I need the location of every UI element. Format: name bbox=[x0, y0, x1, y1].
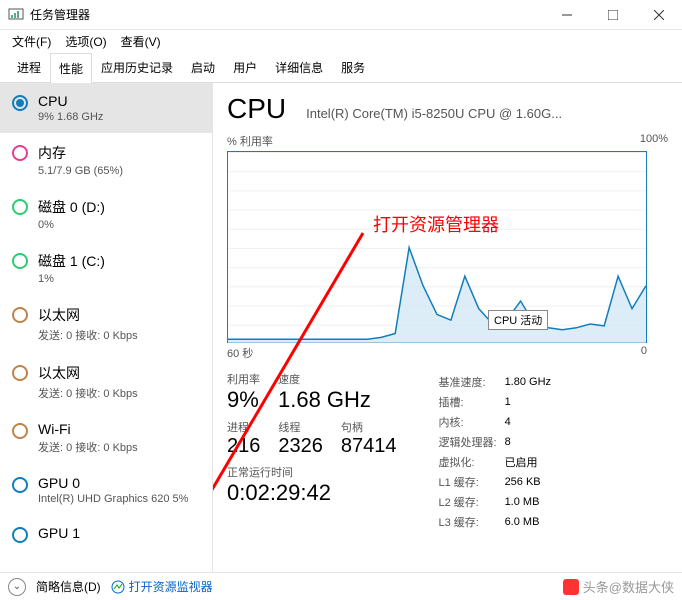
status-ring-icon bbox=[12, 145, 28, 161]
graph-xleft: 60 秒 bbox=[227, 345, 253, 361]
spec-label: 逻辑处理器: bbox=[439, 433, 503, 451]
graph-tooltip: CPU 活动 bbox=[488, 310, 548, 330]
watermark-icon bbox=[563, 579, 579, 595]
spec-label: 基准速度: bbox=[439, 373, 503, 391]
spec-value: 1.0 MB bbox=[505, 493, 557, 511]
sidebar-item[interactable]: GPU 1 bbox=[0, 515, 212, 553]
sidebar-title: 内存 bbox=[38, 143, 123, 163]
watermark: 头条@数据大侠 bbox=[563, 577, 674, 596]
stat-label: 进程 bbox=[227, 419, 260, 435]
maximize-button[interactable] bbox=[590, 0, 636, 30]
tab-详细信息[interactable]: 详细信息 bbox=[266, 52, 332, 82]
status-ring-icon bbox=[12, 199, 28, 215]
stat-value: 1.68 GHz bbox=[278, 387, 371, 413]
resmon-icon bbox=[111, 580, 125, 594]
cpu-heading: CPU bbox=[227, 93, 286, 125]
sidebar-item[interactable]: 磁盘 1 (C:) 1% bbox=[0, 241, 212, 295]
window-title: 任务管理器 bbox=[30, 6, 544, 23]
tab-服务[interactable]: 服务 bbox=[332, 52, 374, 82]
graph-ylabel: % 利用率 bbox=[227, 133, 273, 149]
sidebar-item[interactable]: 内存 5.1/7.9 GB (65%) bbox=[0, 133, 212, 187]
sidebar-sub: 发送: 0 接收: 0 Kbps bbox=[38, 439, 138, 455]
sidebar-title: GPU 1 bbox=[38, 525, 80, 541]
sidebar-item[interactable]: 以太网发送: 0 接收: 0 Kbps bbox=[0, 295, 212, 353]
sidebar-title: 以太网 bbox=[38, 363, 138, 383]
menu-item[interactable]: 文件(F) bbox=[6, 31, 57, 52]
spec-value: 1.80 GHz bbox=[505, 373, 557, 391]
sidebar-title: 以太网 bbox=[38, 305, 138, 325]
sidebar-item[interactable]: 磁盘 0 (D:) 0% bbox=[0, 187, 212, 241]
sidebar-title: CPU bbox=[38, 93, 103, 109]
spec-value: 4 bbox=[505, 413, 557, 431]
sidebar-item[interactable]: GPU 0 Intel(R) UHD Graphics 620 5% bbox=[0, 465, 212, 515]
stat-label: 速度 bbox=[278, 371, 371, 387]
sidebar-sub: 9% 1.68 GHz bbox=[38, 111, 103, 123]
tab-启动[interactable]: 启动 bbox=[182, 52, 224, 82]
stat-value: 87414 bbox=[341, 435, 397, 458]
sidebar-item[interactable]: Wi-Fi 发送: 0 接收: 0 Kbps bbox=[0, 411, 212, 465]
stat-value: 216 bbox=[227, 435, 260, 458]
tab-进程[interactable]: 进程 bbox=[8, 52, 50, 82]
stat-value: 9% bbox=[227, 387, 260, 413]
menu-item[interactable]: 选项(O) bbox=[59, 31, 112, 52]
sidebar-title: GPU 0 bbox=[38, 475, 188, 491]
uptime-value: 0:02:29:42 bbox=[227, 480, 397, 506]
status-ring-icon bbox=[12, 307, 28, 323]
status-ring-icon bbox=[12, 527, 28, 543]
cpu-model: Intel(R) Core(TM) i5-8250U CPU @ 1.60G..… bbox=[306, 106, 668, 121]
close-button[interactable] bbox=[636, 0, 682, 30]
brief-info-link[interactable]: 简略信息(D) bbox=[36, 578, 101, 595]
status-ring-icon bbox=[12, 365, 28, 381]
spec-value: 已启用 bbox=[505, 453, 557, 471]
sidebar-title: Wi-Fi bbox=[38, 421, 138, 437]
app-icon bbox=[8, 7, 24, 23]
uptime-label: 正常运行时间 bbox=[227, 464, 397, 480]
spec-value: 256 KB bbox=[505, 473, 557, 491]
open-resmon-link[interactable]: 打开资源监视器 bbox=[111, 578, 213, 595]
spec-value: 6.0 MB bbox=[505, 513, 557, 531]
spec-label: L2 缓存: bbox=[439, 493, 503, 511]
tab-性能[interactable]: 性能 bbox=[50, 53, 92, 83]
status-ring-icon bbox=[12, 253, 28, 269]
graph-xright: 0 bbox=[641, 345, 647, 361]
cpu-graph[interactable]: CPU 活动 bbox=[227, 151, 647, 343]
status-ring-icon bbox=[12, 95, 28, 111]
sidebar-sub: 0% bbox=[38, 219, 105, 231]
collapse-chevron-icon[interactable]: ⌄ bbox=[8, 578, 26, 596]
menu-item[interactable]: 查看(V) bbox=[115, 31, 167, 52]
tab-用户[interactable]: 用户 bbox=[224, 52, 266, 82]
sidebar-title: 磁盘 0 (D:) bbox=[38, 197, 105, 217]
sidebar-sub: 5.1/7.9 GB (65%) bbox=[38, 165, 123, 177]
spec-value: 8 bbox=[505, 433, 557, 451]
stat-label: 句柄 bbox=[341, 419, 397, 435]
stat-label: 线程 bbox=[278, 419, 323, 435]
status-ring-icon bbox=[12, 423, 28, 439]
sidebar-item[interactable]: 以太网发送: 0 接收: 0 Kbps bbox=[0, 353, 212, 411]
minimize-button[interactable] bbox=[544, 0, 590, 30]
sidebar-sub: 1% bbox=[38, 273, 105, 285]
spec-label: 虚拟化: bbox=[439, 453, 503, 471]
graph-ymax: 100% bbox=[640, 133, 668, 149]
sidebar-sub: Intel(R) UHD Graphics 620 5% bbox=[38, 493, 188, 505]
status-ring-icon bbox=[12, 477, 28, 493]
sidebar-title: 磁盘 1 (C:) bbox=[38, 251, 105, 271]
spec-value: 1 bbox=[505, 393, 557, 411]
spec-label: 插槽: bbox=[439, 393, 503, 411]
stat-label: 利用率 bbox=[227, 371, 260, 387]
stat-value: 2326 bbox=[278, 435, 323, 458]
tab-应用历史记录[interactable]: 应用历史记录 bbox=[92, 52, 182, 82]
spec-label: L3 缓存: bbox=[439, 513, 503, 531]
sidebar-sub: 发送: 0 接收: 0 Kbps bbox=[38, 327, 138, 343]
spec-label: L1 缓存: bbox=[439, 473, 503, 491]
sidebar-sub: 发送: 0 接收: 0 Kbps bbox=[38, 385, 138, 401]
spec-label: 内核: bbox=[439, 413, 503, 431]
sidebar-item[interactable]: CPU 9% 1.68 GHz bbox=[0, 83, 212, 133]
